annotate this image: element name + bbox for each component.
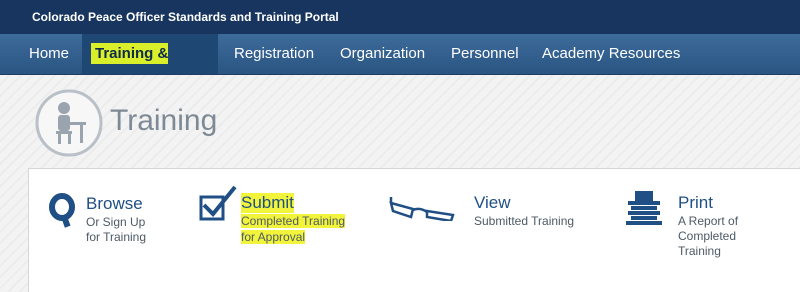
main-nav: Home Training & Events Registration Orga… [0, 34, 800, 104]
nav-home[interactable]: Home [29, 34, 69, 74]
browse-desc-line1: Or Sign Up [86, 215, 146, 229]
student-desk-icon [35, 89, 103, 157]
submit-desc-line2: for Approval [241, 230, 306, 245]
browse-link[interactable]: Browse [86, 194, 143, 214]
submit-link[interactable]: Submit [241, 193, 294, 213]
view-desc-line1: Submitted Training [474, 214, 575, 228]
submit-desc-line2-text: for Approval [241, 230, 306, 244]
nav-academy-resources[interactable]: Academy Resources [542, 34, 680, 74]
training-actions-panel: Browse Or Sign Up for Training Submit Co… [28, 168, 800, 292]
glasses-icon[interactable] [389, 195, 463, 221]
print-desc-line1: A Report of [678, 214, 739, 228]
q-browse-icon[interactable] [49, 193, 77, 229]
print-link[interactable]: Print [678, 193, 713, 213]
view-link[interactable]: View [474, 193, 511, 213]
submit-desc-line1-text: Completed Training [241, 214, 346, 228]
nav-personnel[interactable]: Personnel [451, 34, 519, 74]
print-desc-line2: Completed [678, 229, 737, 243]
top-bar: Colorado Peace Officer Standards and Tra… [0, 0, 800, 34]
nav-registration[interactable]: Registration [234, 34, 314, 74]
portal-title: Colorado Peace Officer Standards and Tra… [32, 10, 339, 24]
print-desc-line3: Training [678, 244, 721, 258]
checkbox-icon[interactable] [197, 183, 239, 225]
nav-training-events[interactable]: Training & Events [82, 34, 218, 104]
browse-desc-line2: for Training [86, 230, 147, 244]
nav-organization[interactable]: Organization [340, 34, 425, 74]
page-title: Training [110, 104, 218, 137]
printer-icon[interactable] [625, 189, 663, 227]
submit-desc-line1: Completed Training [241, 214, 346, 229]
